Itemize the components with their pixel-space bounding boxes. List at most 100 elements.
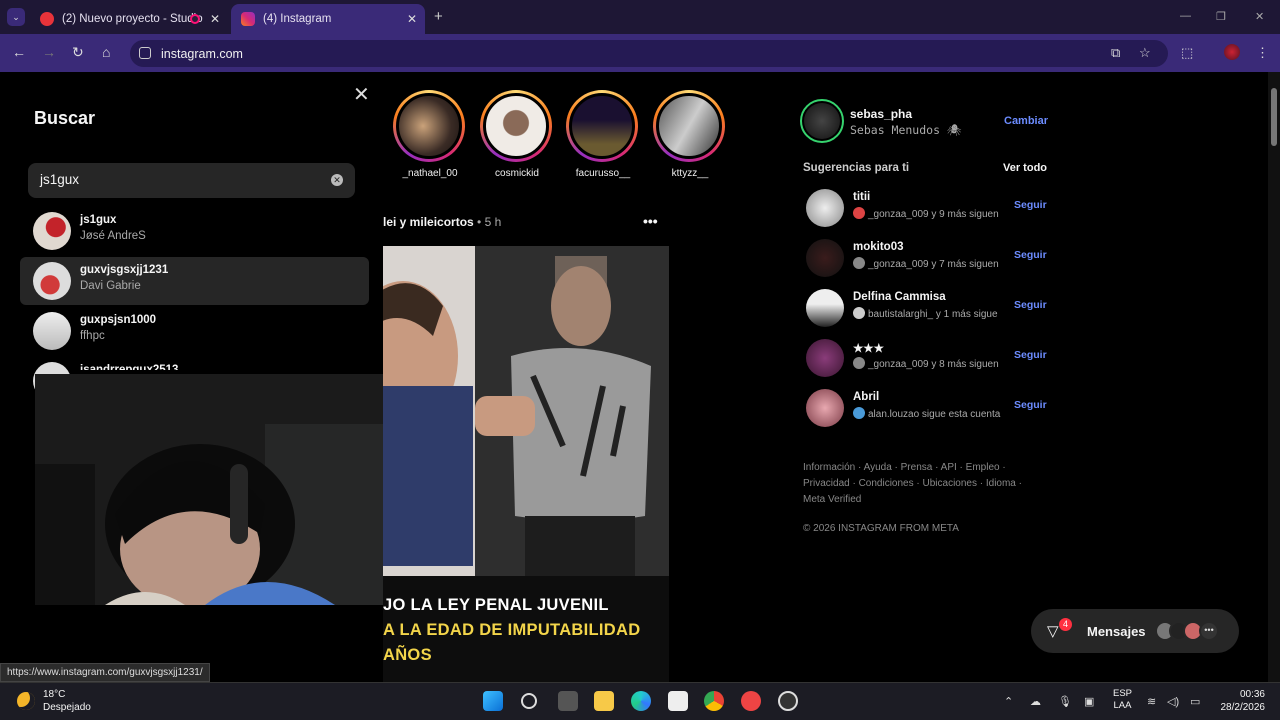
search-result[interactable]: js1gux Jøsé AndreS bbox=[20, 207, 369, 255]
post-header: lei y mileicortos • 5 h bbox=[383, 215, 502, 229]
page-scrollbar[interactable] bbox=[1268, 72, 1280, 682]
forward-icon[interactable]: → bbox=[42, 44, 56, 60]
install-app-icon[interactable]: ⧉ bbox=[1111, 45, 1120, 61]
device-icon[interactable]: ▣ bbox=[1084, 695, 1094, 708]
avatar[interactable] bbox=[806, 289, 844, 327]
tray-chevron-icon[interactable]: ⌃ bbox=[1004, 695, 1013, 708]
footer-links[interactable]: Información · Ayuda · Prensa · API · Emp… bbox=[803, 460, 1023, 508]
suggestion-username[interactable]: titii bbox=[853, 191, 870, 203]
ea-app-icon[interactable] bbox=[741, 691, 761, 711]
volume-icon[interactable]: ◁) bbox=[1167, 695, 1179, 708]
avatar[interactable] bbox=[806, 239, 844, 277]
wifi-icon[interactable]: ≋ bbox=[1147, 695, 1156, 708]
story-item[interactable]: facurusso__ bbox=[566, 90, 640, 179]
battery-icon[interactable]: ▭ bbox=[1190, 695, 1200, 708]
extensions-icon[interactable]: ⬚ bbox=[1181, 45, 1193, 61]
clear-search-icon[interactable]: ✕ bbox=[331, 174, 343, 186]
profile-avatar[interactable] bbox=[1224, 44, 1240, 60]
follow-button[interactable]: Seguir bbox=[1014, 249, 1047, 261]
reload-icon[interactable]: ↻ bbox=[72, 44, 84, 61]
chrome-icon[interactable] bbox=[704, 691, 724, 711]
story-item[interactable]: _nathael_00 bbox=[393, 90, 467, 179]
see-all-link[interactable]: Ver todo bbox=[1003, 162, 1047, 174]
story-username: facurusso__ bbox=[575, 168, 631, 179]
avatar[interactable] bbox=[806, 189, 844, 227]
back-icon[interactable]: ← bbox=[12, 44, 26, 60]
clock[interactable]: 00:36 28/2/2026 bbox=[1216, 688, 1266, 714]
suggestion-username[interactable]: ★★★ bbox=[853, 341, 884, 355]
suggestion-username[interactable]: Delfina Cammisa bbox=[853, 291, 946, 303]
story-item[interactable]: cosmickid bbox=[480, 90, 554, 179]
close-icon[interactable]: ✕ bbox=[353, 82, 370, 107]
tab-instagram[interactable]: (4) Instagram ✕ bbox=[231, 4, 425, 34]
more-icon: ••• bbox=[1199, 621, 1219, 641]
weather-temp[interactable]: 18°C bbox=[43, 689, 65, 700]
follow-button[interactable]: Seguir bbox=[1014, 399, 1047, 411]
obs-icon[interactable] bbox=[778, 691, 798, 711]
tab-studio[interactable]: (2) Nuevo proyecto - Studio ✕ bbox=[30, 4, 228, 34]
suggestion-meta: alan.louzao sigue esta cuenta bbox=[868, 409, 1001, 420]
store-icon[interactable] bbox=[668, 691, 688, 711]
weather-moon-icon[interactable] bbox=[17, 692, 35, 710]
search-query: js1gux bbox=[40, 172, 80, 187]
story-item[interactable]: kttyzz__ bbox=[653, 90, 727, 179]
mutual-avatar-icon bbox=[853, 207, 865, 219]
post-author[interactable]: lei y mileicortos bbox=[383, 215, 474, 229]
file-explorer-icon[interactable] bbox=[594, 691, 614, 711]
address-bar[interactable]: instagram.com bbox=[130, 40, 1168, 67]
result-name: ffhpc bbox=[80, 330, 105, 342]
maximize-icon[interactable]: ❐ bbox=[1216, 10, 1226, 23]
search-input[interactable]: js1gux ✕ bbox=[28, 163, 355, 198]
follow-button[interactable]: Seguir bbox=[1014, 299, 1047, 311]
suggestion-meta: _gonzaa_009 y 8 más siguen bbox=[868, 359, 999, 370]
search-result[interactable]: guxpsjsn1000 ffhpc bbox=[20, 307, 369, 355]
minimize-icon[interactable]: — bbox=[1180, 10, 1191, 22]
post-image[interactable] bbox=[383, 246, 669, 682]
scrollbar-thumb[interactable] bbox=[1271, 88, 1277, 146]
browser-toolbar: ← → ↻ ⌂ instagram.com ⧉ ☆ ⬚ ⋮ bbox=[0, 34, 1280, 72]
search-result[interactable]: guxvjsgsxjj1231 Davi Gabrie bbox=[20, 257, 369, 305]
caption-line: JO LA LEY PENAL JUVENIL bbox=[383, 596, 609, 614]
story-avatar bbox=[396, 93, 462, 159]
story-username: kttyzz__ bbox=[671, 168, 709, 179]
more-options-icon[interactable]: ••• bbox=[643, 213, 658, 229]
suggestion-username[interactable]: mokito03 bbox=[853, 241, 904, 253]
caption-line: A LA EDAD DE IMPUTABILIDAD bbox=[383, 621, 641, 639]
search-icon[interactable] bbox=[521, 693, 537, 709]
suggestion-item: titii _gonzaa_009 y 9 más siguen Seguir bbox=[803, 189, 1047, 233]
suggestion-item: ★★★ _gonzaa_009 y 8 más siguen Seguir bbox=[803, 339, 1047, 383]
site-info-icon[interactable] bbox=[139, 47, 151, 59]
avatar bbox=[33, 262, 71, 300]
close-tab-icon[interactable]: ✕ bbox=[210, 12, 220, 26]
messages-label: Mensajes bbox=[1087, 624, 1146, 639]
studio-favicon-icon bbox=[40, 12, 54, 26]
switch-account-link[interactable]: Cambiar bbox=[1004, 115, 1048, 127]
weather-desc[interactable]: Despejado bbox=[43, 702, 91, 713]
avatar[interactable] bbox=[806, 339, 844, 377]
follow-button[interactable]: Seguir bbox=[1014, 199, 1047, 211]
edge-icon[interactable] bbox=[631, 691, 651, 711]
instagram-page: Buscar ✕ js1gux ✕ js1gux Jøsé AndreS gux… bbox=[0, 72, 1268, 682]
close-window-icon[interactable]: ✕ bbox=[1255, 10, 1264, 23]
follow-button[interactable]: Seguir bbox=[1014, 349, 1047, 361]
suggestion-item: Delfina Cammisa bautistalarghi_ y 1 más … bbox=[803, 289, 1047, 333]
messages-button[interactable]: ▽ 4 Mensajes ••• bbox=[1031, 609, 1239, 653]
microphone-icon[interactable]: 🎙 bbox=[1058, 695, 1072, 708]
own-username[interactable]: sebas_pha bbox=[850, 107, 912, 121]
tab-search-button[interactable]: ⌄ bbox=[7, 8, 25, 26]
bookmark-star-icon[interactable]: ☆ bbox=[1139, 45, 1151, 61]
suggestion-item: Abril alan.louzao sigue esta cuenta Segu… bbox=[803, 389, 1047, 433]
close-tab-icon[interactable]: ✕ bbox=[407, 12, 417, 26]
suggestion-username[interactable]: Abril bbox=[853, 391, 879, 403]
language-indicator[interactable]: ESP LAA bbox=[1113, 688, 1132, 712]
browser-menu-icon[interactable]: ⋮ bbox=[1256, 45, 1269, 61]
cloud-icon[interactable]: ☁ bbox=[1030, 695, 1041, 708]
avatar[interactable] bbox=[806, 389, 844, 427]
tab-title: (2) Nuevo proyecto - Studio bbox=[62, 13, 203, 25]
new-tab-button[interactable]: + bbox=[434, 8, 443, 25]
home-icon[interactable]: ⌂ bbox=[102, 44, 110, 60]
start-icon[interactable] bbox=[483, 691, 503, 711]
result-username: jsandrrepgux2513 bbox=[80, 364, 179, 370]
own-avatar[interactable] bbox=[800, 99, 844, 143]
task-view-icon[interactable] bbox=[558, 691, 578, 711]
